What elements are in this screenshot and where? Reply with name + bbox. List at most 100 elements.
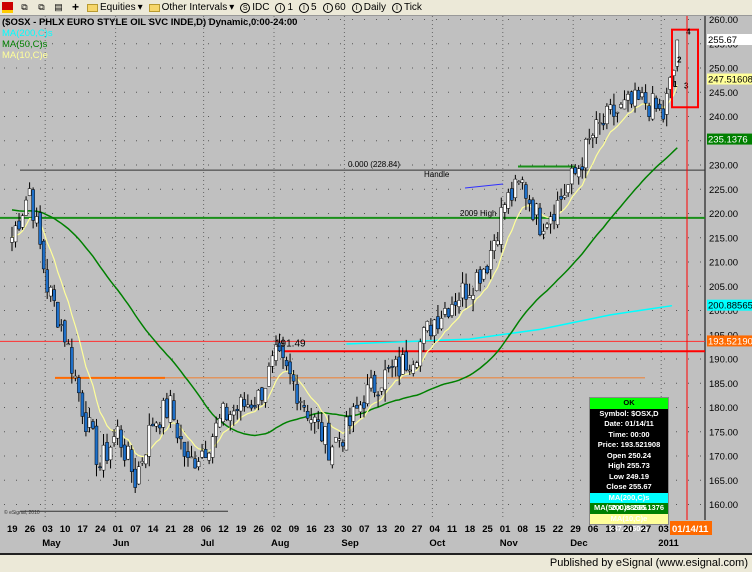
grid-dot — [532, 91, 533, 93]
date-tick-label: 06 — [201, 524, 212, 535]
candle-body — [217, 417, 222, 428]
candle-body — [267, 366, 271, 387]
grid-dot — [88, 213, 89, 214]
grid-dot — [388, 140, 389, 142]
candle-body — [63, 320, 67, 343]
interval-daily-button[interactable]: I Daily — [351, 2, 386, 13]
grid-dot — [424, 164, 425, 166]
other-intervals-menu[interactable]: Other Intervals ▾ — [148, 2, 234, 13]
grid-dot — [388, 479, 389, 481]
candle-body — [488, 250, 493, 270]
grid-dot — [304, 261, 305, 263]
grid-dot — [496, 455, 497, 457]
grid-dot — [148, 237, 149, 239]
grid-dot — [184, 504, 185, 505]
grid-dot — [472, 431, 473, 433]
candle-body — [485, 266, 489, 274]
grid-dot — [544, 479, 545, 481]
grid-dot — [184, 261, 185, 263]
interval-tick-button[interactable]: I Tick — [391, 2, 422, 13]
equities-menu[interactable]: Equities ▾ — [87, 2, 143, 13]
page-icon[interactable]: ▤ — [53, 2, 64, 13]
grid-dot — [220, 310, 221, 311]
grid-dot — [232, 237, 233, 239]
grid-dot — [364, 213, 365, 214]
grid-dot — [88, 43, 89, 45]
candle-body — [108, 446, 113, 461]
grid-dot — [184, 43, 185, 45]
grid-dot — [232, 407, 233, 408]
grid-dot — [556, 237, 557, 239]
candle-body — [545, 223, 549, 228]
grid-dot — [376, 479, 377, 481]
folder-icon — [87, 3, 98, 12]
candle-body — [573, 167, 577, 174]
grid-dot — [244, 310, 245, 311]
candle-body — [80, 392, 85, 417]
interval-1-button[interactable]: I1 — [275, 2, 293, 13]
grid-dot — [508, 382, 509, 384]
grid-dot — [628, 116, 629, 117]
date-tick-label: 08 — [517, 524, 528, 535]
grid-dot — [700, 358, 701, 360]
grid-dot — [700, 334, 701, 336]
interval-5-button[interactable]: I5 — [299, 2, 317, 13]
grid-dot — [160, 91, 161, 93]
grid-dot — [364, 43, 365, 45]
grid-dot — [436, 504, 437, 505]
grid-dot — [124, 407, 125, 408]
grid-dot — [376, 43, 377, 45]
candle-body — [369, 377, 373, 389]
grid-dot — [568, 310, 569, 311]
grid-dot — [400, 140, 401, 142]
grid-dot — [328, 285, 329, 287]
grid-dot — [508, 310, 509, 311]
grid-dot — [652, 261, 653, 263]
grid-dot — [400, 91, 401, 93]
grid-dot — [424, 43, 425, 45]
grid-dot — [136, 237, 137, 239]
interval-60-button[interactable]: I 60 — [322, 2, 346, 13]
grid-dot — [52, 91, 53, 93]
grid-dot — [676, 261, 677, 263]
plus-icon[interactable]: + — [70, 1, 81, 13]
grid-dot — [520, 382, 521, 384]
grid-dot — [64, 237, 65, 239]
grid-dot — [592, 285, 593, 287]
grid-dot — [556, 67, 557, 69]
chart-color-icon[interactable] — [2, 2, 13, 13]
level-191-label: 191.49 — [275, 338, 306, 349]
publisher-footer: Published by eSignal (www.esignal.com) — [0, 553, 752, 572]
candle-body — [397, 356, 401, 377]
grid-dot — [232, 358, 233, 360]
grid-dot — [100, 358, 101, 360]
grid-dot — [688, 164, 689, 166]
grid-dot — [544, 431, 545, 433]
grid-dot — [448, 285, 449, 287]
info-ok-header[interactable]: OK — [590, 398, 668, 409]
grid-dot — [220, 67, 221, 69]
date-tick-label: 10 — [60, 524, 71, 535]
grid-dot — [676, 237, 677, 239]
link-icon[interactable]: ⧉ — [19, 2, 30, 13]
grid-dot — [268, 334, 269, 336]
grid-dot — [520, 140, 521, 142]
grid-dot — [196, 310, 197, 311]
copy-icon[interactable]: ⧉ — [36, 2, 47, 13]
grid-dot — [316, 43, 317, 45]
candle-body — [471, 295, 475, 300]
grid-dot — [232, 479, 233, 481]
grid-dot — [460, 479, 461, 481]
idc-button[interactable]: S IDC — [240, 2, 269, 13]
grid-dot — [628, 285, 629, 287]
grid-dot — [304, 67, 305, 69]
grid-dot — [412, 431, 413, 433]
candle-body — [524, 184, 528, 199]
grid-dot — [616, 188, 617, 190]
grid-dot — [100, 382, 101, 384]
grid-dot — [508, 455, 509, 457]
grid-dot — [40, 91, 41, 93]
grid-dot — [388, 213, 389, 214]
grid-dot — [532, 261, 533, 263]
grid-dot — [196, 237, 197, 239]
